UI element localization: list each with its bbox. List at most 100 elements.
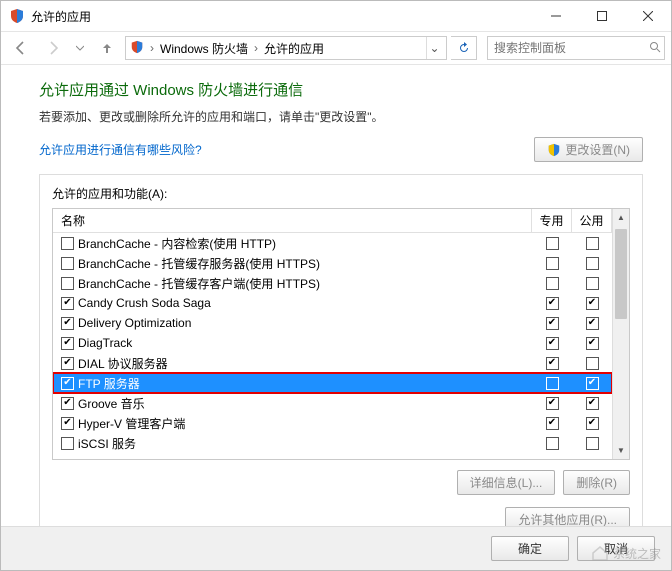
enable-checkbox[interactable] [61,257,74,270]
shield-icon [9,8,25,24]
page-title: 允许应用通过 Windows 防火墙进行通信 [39,79,643,100]
column-private[interactable]: 专用 [532,209,572,232]
search-input[interactable] [494,41,649,55]
page-subtitle: 若要添加、更改或删除所允许的应用和端口，请单击"更改设置"。 [39,108,643,125]
public-checkbox[interactable] [586,357,599,370]
table-row[interactable]: Hyper-V 管理客户端 [53,413,612,433]
table-row[interactable]: BranchCache - 托管缓存客户端(使用 HTTPS) [53,273,612,293]
chevron-right-icon: › [252,41,260,55]
maximize-button[interactable] [579,1,625,31]
breadcrumb-item[interactable]: Windows 防火墙 [160,40,248,57]
app-name: Candy Crush Soda Saga [78,296,211,310]
public-checkbox[interactable] [586,437,599,450]
app-name: BranchCache - 托管缓存服务器(使用 HTTPS) [78,255,320,272]
table-row[interactable]: DiagTrack [53,333,612,353]
private-checkbox[interactable] [546,317,559,330]
public-checkbox[interactable] [586,397,599,410]
enable-checkbox[interactable] [61,397,74,410]
table-row[interactable]: Groove 音乐 [53,393,612,413]
private-checkbox[interactable] [546,237,559,250]
public-checkbox[interactable] [586,317,599,330]
dialog-footer: 确定 取消 [1,526,671,570]
enable-checkbox[interactable] [61,437,74,450]
table-row[interactable]: Delivery Optimization [53,313,612,333]
list-label: 允许的应用和功能(A): [52,185,630,202]
scroll-thumb[interactable] [615,229,627,319]
public-checkbox[interactable] [586,237,599,250]
list-header: 名称 专用 公用 [53,209,612,233]
content-area: 允许应用通过 Windows 防火墙进行通信 若要添加、更改或删除所允许的应用和… [1,65,671,551]
table-row[interactable]: Candy Crush Soda Saga [53,293,612,313]
private-checkbox[interactable] [546,297,559,310]
private-checkbox[interactable] [546,397,559,410]
titlebar: 允许的应用 [1,1,671,31]
minimize-button[interactable] [533,1,579,31]
table-row[interactable]: BranchCache - 内容检索(使用 HTTP) [53,233,612,253]
app-name: Delivery Optimization [78,316,191,330]
allowed-apps-panel: 允许的应用和功能(A): 名称 专用 公用 BranchCache - 内容检索… [39,174,643,545]
public-checkbox[interactable] [586,297,599,310]
shield-icon [547,143,561,157]
search-box[interactable] [487,36,665,60]
window-title: 允许的应用 [31,8,533,25]
private-checkbox[interactable] [546,277,559,290]
column-name[interactable]: 名称 [53,209,532,232]
search-icon [649,41,661,56]
window-buttons [533,1,671,31]
public-checkbox[interactable] [586,417,599,430]
private-checkbox[interactable] [546,417,559,430]
table-row[interactable]: DIAL 协议服务器 [53,353,612,373]
chevron-right-icon: › [148,41,156,55]
app-name: Hyper-V 管理客户端 [78,415,185,432]
private-checkbox[interactable] [546,377,559,390]
public-checkbox[interactable] [586,277,599,290]
scroll-down-icon[interactable]: ▼ [613,442,629,459]
app-name: BranchCache - 托管缓存客户端(使用 HTTPS) [78,275,320,292]
app-name: iSCSI 服务 [78,435,136,452]
column-public[interactable]: 公用 [572,209,612,232]
forward-button[interactable] [39,35,67,61]
private-checkbox[interactable] [546,437,559,450]
enable-checkbox[interactable] [61,317,74,330]
address-bar[interactable]: › Windows 防火墙 › 允许的应用 ⌄ [125,36,447,60]
change-settings-button[interactable]: 更改设置(N) [534,137,643,162]
app-name: DIAL 协议服务器 [78,355,168,372]
enable-checkbox[interactable] [61,237,74,250]
watermark: 系统之家 [591,544,661,562]
enable-checkbox[interactable] [61,277,74,290]
enable-checkbox[interactable] [61,357,74,370]
breadcrumb-item[interactable]: 允许的应用 [264,40,324,57]
ok-button[interactable]: 确定 [491,536,569,561]
up-button[interactable] [93,35,121,61]
recent-dropdown[interactable] [71,35,89,61]
button-label: 更改设置(N) [565,141,630,158]
enable-checkbox[interactable] [61,417,74,430]
table-row[interactable]: FTP 服务器 [53,373,612,393]
risk-link[interactable]: 允许应用进行通信有哪些风险? [39,141,534,158]
private-checkbox[interactable] [546,357,559,370]
table-row[interactable]: iSCSI 服务 [53,433,612,453]
back-button[interactable] [7,35,35,61]
refresh-button[interactable] [451,36,477,60]
enable-checkbox[interactable] [61,377,74,390]
remove-button[interactable]: 删除(R) [563,470,630,495]
app-name: BranchCache - 内容检索(使用 HTTP) [78,235,276,252]
private-checkbox[interactable] [546,257,559,270]
chevron-down-icon[interactable]: ⌄ [426,37,442,59]
table-row[interactable]: BranchCache - 托管缓存服务器(使用 HTTPS) [53,253,612,273]
scroll-up-icon[interactable]: ▲ [613,209,629,226]
enable-checkbox[interactable] [61,297,74,310]
details-button[interactable]: 详细信息(L)... [457,470,556,495]
shield-icon [130,40,144,57]
app-list: 名称 专用 公用 BranchCache - 内容检索(使用 HTTP) Bran… [52,208,630,460]
navbar: › Windows 防火墙 › 允许的应用 ⌄ [1,31,671,65]
app-name: Groove 音乐 [78,395,145,412]
public-checkbox[interactable] [586,257,599,270]
app-name: DiagTrack [78,336,132,350]
scrollbar[interactable]: ▲ ▼ [612,209,629,459]
public-checkbox[interactable] [586,337,599,350]
private-checkbox[interactable] [546,337,559,350]
close-button[interactable] [625,1,671,31]
enable-checkbox[interactable] [61,337,74,350]
public-checkbox[interactable] [586,377,599,390]
